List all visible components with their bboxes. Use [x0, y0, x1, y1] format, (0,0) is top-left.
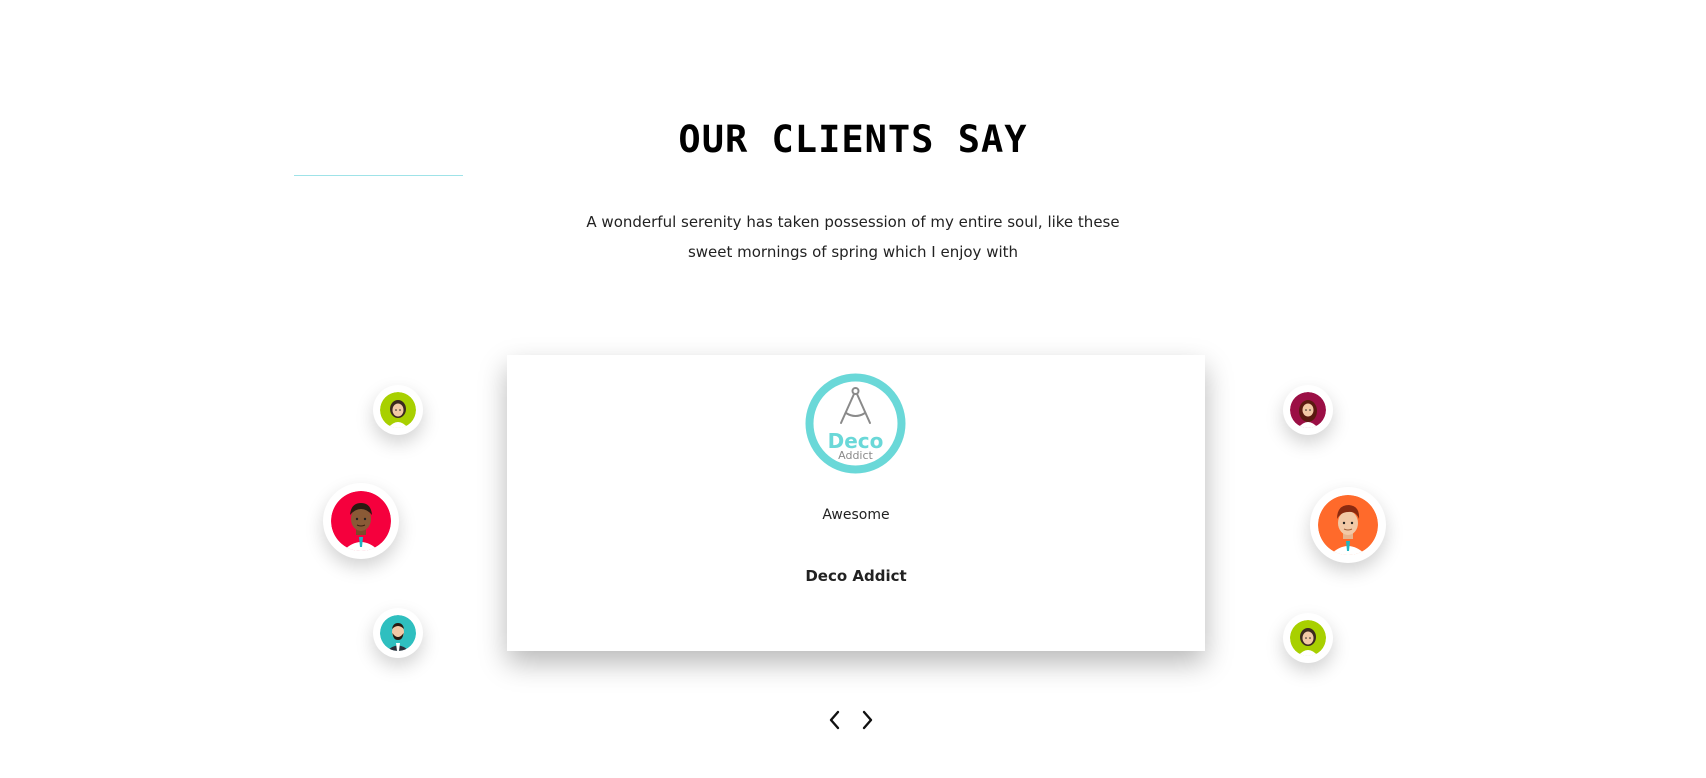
- client-avatar-2[interactable]: [323, 483, 399, 559]
- testimonials-section: OUR CLIENTS SAY A wonderful serenity has…: [0, 0, 1706, 778]
- woman-avatar-icon: [1290, 620, 1326, 656]
- chevron-left-icon: [829, 710, 840, 730]
- client-logo: Deco Addict: [805, 373, 906, 474]
- carousel-next-button[interactable]: [857, 708, 877, 732]
- client-name: Deco Addict: [805, 567, 907, 585]
- man-avatar-icon: [331, 491, 391, 551]
- carousel-prev-button[interactable]: [825, 708, 845, 732]
- woman-avatar-icon: [1290, 392, 1326, 428]
- client-avatar-3[interactable]: [373, 608, 423, 658]
- subtitle-line-2: sweet mornings of spring which I enjoy w…: [687, 243, 1019, 261]
- testimonial-card: Deco Addict Awesome Deco Addict: [507, 355, 1205, 651]
- testimonial-quote: Awesome: [822, 507, 890, 523]
- bearded-man-avatar-icon: [380, 615, 416, 651]
- logo-brand-subtext: Addict: [838, 449, 873, 462]
- compass-logo-icon: Deco Addict: [805, 373, 906, 474]
- woman-avatar-icon: [380, 392, 416, 428]
- client-avatar-6[interactable]: [1283, 613, 1333, 663]
- section-subtitle: A wonderful serenity has taken possessio…: [0, 207, 1706, 267]
- title-underline: [294, 175, 463, 176]
- client-avatar-1[interactable]: [373, 385, 423, 435]
- client-avatar-5[interactable]: [1310, 487, 1386, 563]
- section-title: OUR CLIENTS SAY: [678, 118, 1028, 161]
- chevron-right-icon: [862, 710, 873, 730]
- subtitle-line-1: A wonderful serenity has taken possessio…: [586, 213, 1120, 231]
- client-avatar-4[interactable]: [1283, 385, 1333, 435]
- man-avatar-icon: [1318, 495, 1378, 555]
